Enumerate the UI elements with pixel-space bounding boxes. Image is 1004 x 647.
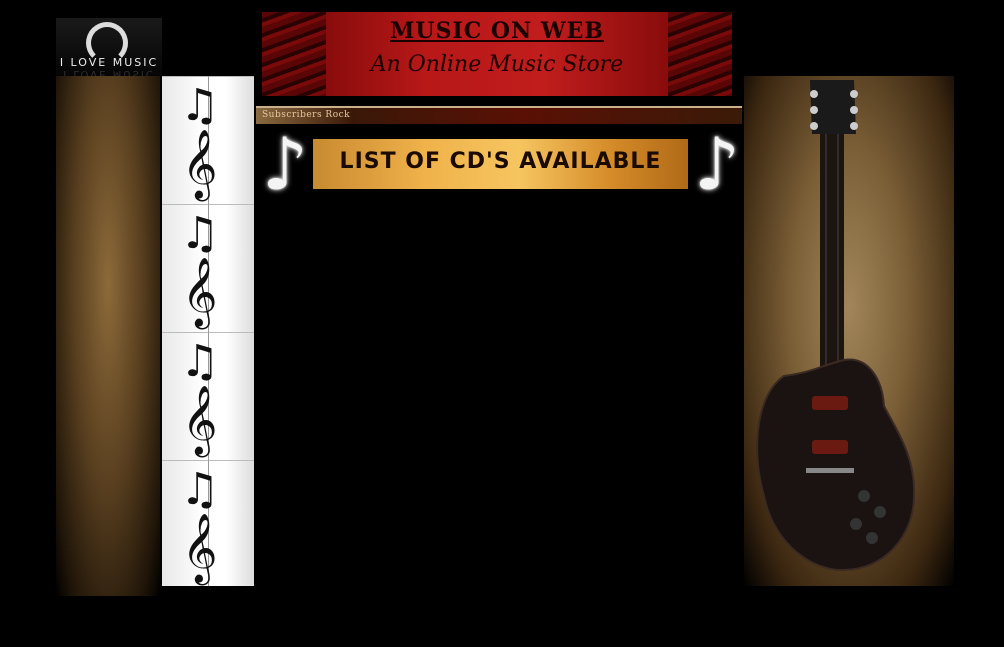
eighth-note-icon: ♪ <box>262 122 308 206</box>
left-decor-panel <box>56 76 160 596</box>
treble-clef-icon: 𝄞 <box>182 513 218 583</box>
treble-clef-icon: 𝄞 <box>182 129 218 199</box>
eighth-note-icon: ♪ <box>694 122 740 206</box>
treble-clef-icon: 𝄞 <box>182 257 218 327</box>
site-title: MUSIC ON WEB <box>390 18 604 44</box>
site-header-banner: MUSIC ON WEB An Online Music Store <box>262 12 732 96</box>
eighth-note-icon: ♫ <box>180 336 220 387</box>
i-love-music-logo: I LOVE MUSIC I LOVE MUSIC <box>56 18 162 79</box>
cd-list-label: LIST OF CD'S AVAILABLE <box>339 149 662 174</box>
eighth-note-icon: ♫ <box>180 464 220 515</box>
eighth-note-icon: ♫ <box>180 208 220 259</box>
treble-clef-icon: 𝄞 <box>182 385 218 455</box>
subscribers-bar: Subscribers Rock <box>256 106 742 124</box>
site-subtitle: An Online Music Store <box>370 52 624 77</box>
subscribers-label: Subscribers Rock <box>262 110 351 120</box>
guitar-image <box>744 76 954 586</box>
music-staff-strip: ♫ 𝄞 ♫ 𝄞 ♫ 𝄞 ♫ 𝄞 <box>162 76 254 586</box>
cd-list-link[interactable]: LIST OF CD'S AVAILABLE <box>313 139 688 189</box>
eighth-note-icon: ♫ <box>180 80 220 131</box>
